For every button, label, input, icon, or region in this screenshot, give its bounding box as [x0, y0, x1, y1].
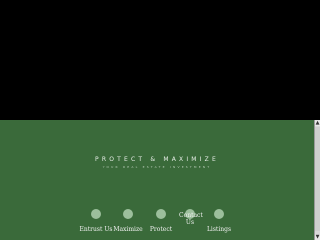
nav-dot-icon	[156, 209, 166, 219]
top-black-panel	[0, 0, 320, 120]
nav-label: Listings	[206, 226, 232, 233]
scroll-up-arrow-icon[interactable]: ▲	[315, 120, 320, 126]
main-green-panel: PROTECT & MAXIMIZE YOUR REAL ESTATE INVE…	[0, 120, 314, 240]
vertical-scrollbar[interactable]: ▲ ▼	[314, 120, 320, 240]
nav-dot-icon	[91, 209, 101, 219]
tagline-main: PROTECT & MAXIMIZE	[95, 156, 219, 163]
nav-dot-icon	[123, 209, 133, 219]
tagline-sub: YOUR REAL ESTATE INVESTMENT	[102, 165, 212, 169]
scroll-down-arrow-icon[interactable]: ▼	[315, 234, 320, 240]
nav-dot-icon	[214, 209, 224, 219]
nav-menu: Entrust Us Maximize Protect Contact Us L…	[0, 208, 314, 240]
nav-label: Protect	[149, 226, 173, 233]
scroll-thumb[interactable]	[315, 127, 320, 231]
nav-label: Contact Us	[179, 212, 203, 226]
nav-item-listings[interactable]: Listings	[199, 208, 239, 233]
tagline: PROTECT & MAXIMIZE YOUR REAL ESTATE INVE…	[0, 156, 314, 169]
